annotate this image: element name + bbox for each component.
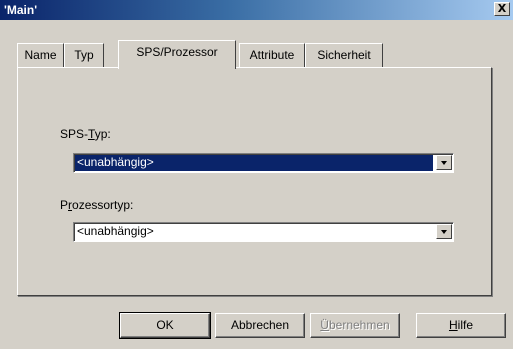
title-bar: 'Main' X	[0, 0, 513, 20]
prozessortyp-combobox[interactable]: <unabhängig>	[73, 222, 454, 242]
sps-typ-dropdown-arrow-icon[interactable]	[436, 155, 452, 170]
help-mnemonic: H	[448, 318, 458, 332]
cancel-button[interactable]: Abbrechen	[215, 313, 305, 338]
tab-name[interactable]: Name	[17, 43, 64, 67]
tab-name-label: Name	[24, 48, 57, 62]
prozessortyp-label-post: ozessortyp:	[72, 198, 134, 212]
prozessortyp-dropdown-arrow-icon[interactable]	[436, 224, 452, 239]
prozessortyp-label-pre: P	[60, 198, 69, 212]
sps-typ-label-post: yp:	[94, 127, 111, 141]
sps-typ-label-mnemonic: T	[88, 127, 95, 141]
prozessortyp-label: Prozessortyp:	[60, 198, 133, 212]
close-icon[interactable]: X	[494, 2, 510, 16]
help-label-rest: ilfe	[457, 318, 473, 332]
apply-button[interactable]: Übernehmen	[310, 313, 400, 338]
prozessortyp-value: <unabhängig>	[77, 224, 154, 238]
help-button[interactable]: Hilfe	[416, 313, 506, 338]
window-title: 'Main'	[4, 3, 38, 17]
apply-mnemonic: Ü	[320, 318, 329, 332]
ok-button[interactable]: OK	[119, 312, 211, 339]
tab-attribute-label: Attribute	[249, 48, 295, 62]
apply-label-rest: bernehmen	[328, 318, 390, 332]
sps-typ-label: SPS-Typ:	[60, 127, 111, 141]
tab-panel-sps-prozessor: SPS-Typ: <unabhängig> Prozessortyp: <una…	[17, 67, 492, 296]
tab-attribute[interactable]: Attribute	[239, 43, 305, 67]
tab-sicherheit-label: Sicherheit	[317, 48, 371, 62]
sps-typ-label-pre: SPS-	[60, 127, 89, 141]
sps-typ-value: <unabhängig>	[75, 155, 433, 171]
tab-sicherheit[interactable]: Sicherheit	[305, 43, 383, 67]
tab-typ[interactable]: Typ	[64, 43, 104, 67]
tab-sps-prozessor[interactable]: SPS/Prozessor	[118, 40, 236, 69]
tab-typ-label: Typ	[74, 48, 94, 62]
sps-typ-combobox[interactable]: <unabhängig>	[73, 153, 454, 173]
tab-sps-prozessor-label: SPS/Prozessor	[136, 45, 218, 59]
